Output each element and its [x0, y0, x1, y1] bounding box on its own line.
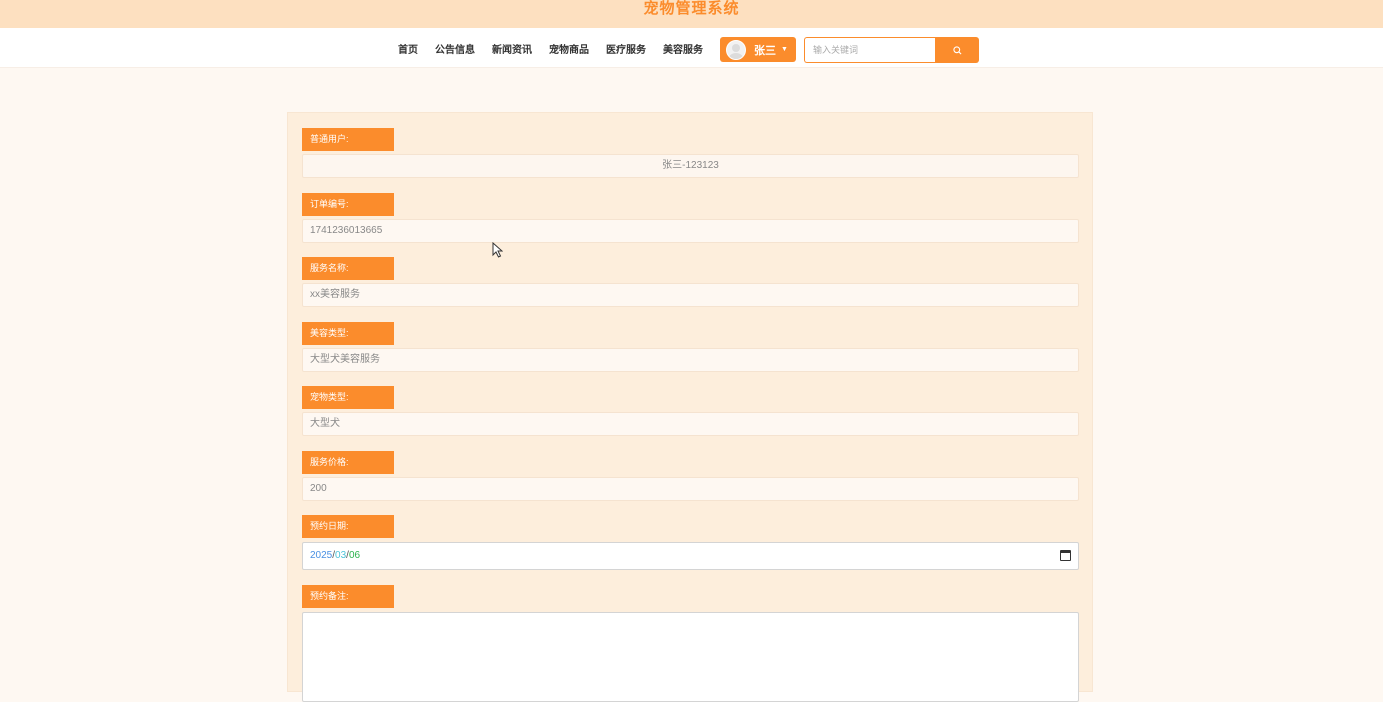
field-value[interactable]: 张三-123123	[302, 154, 1079, 178]
field-value[interactable]: 1741236013665	[302, 219, 1079, 243]
date-day: 06	[348, 550, 361, 561]
navbar: 首页 公告信息 新闻资讯 宠物商品 医疗服务 美容服务 张三 ▼	[0, 28, 1383, 68]
field-label: 美容类型:	[302, 322, 394, 345]
booking-detail-form: 普通用户: 张三-123123 订单编号: 1741236013665 服务名称…	[287, 112, 1093, 702]
date-month: 03	[335, 550, 347, 561]
search-button[interactable]	[935, 37, 979, 63]
user-name: 张三	[754, 44, 776, 57]
field-label: 预约备注:	[302, 585, 394, 608]
field-label: 服务价格:	[302, 451, 394, 474]
calendar-icon[interactable]	[1060, 550, 1071, 561]
nav-medical-service[interactable]: 医疗服务	[606, 41, 646, 56]
field-value[interactable]: 200	[302, 477, 1079, 501]
nav-grooming-service[interactable]: 美容服务	[663, 41, 703, 56]
search-input[interactable]	[804, 37, 935, 63]
field-value[interactable]: 大型犬美容服务	[302, 348, 1079, 372]
field-grooming-type: 美容类型: 大型犬美容服务	[302, 322, 1079, 372]
nav-home[interactable]: 首页	[398, 41, 418, 56]
field-appointment-date: 预约日期: 2025/03/06	[302, 515, 1079, 570]
field-label: 订单编号:	[302, 193, 394, 216]
nav-links: 首页 公告信息 新闻资讯 宠物商品 医疗服务 美容服务	[398, 28, 720, 68]
field-value[interactable]: 大型犬	[302, 412, 1079, 436]
top-header: 宠物管理系统	[0, 0, 1383, 28]
field-pet-type: 宠物类型: 大型犬	[302, 386, 1079, 436]
field-label: 服务名称:	[302, 257, 394, 280]
remark-textarea[interactable]	[302, 612, 1079, 702]
search-bar	[804, 37, 979, 63]
site-title: 宠物管理系统	[643, 0, 740, 17]
date-input[interactable]: 2025/03/06	[302, 542, 1079, 570]
field-value[interactable]: xx美容服务	[302, 283, 1079, 307]
nav-news[interactable]: 新闻资讯	[492, 41, 532, 56]
user-avatar-icon	[726, 39, 746, 60]
field-order-number: 订单编号: 1741236013665	[302, 193, 1079, 243]
date-year: 2025	[310, 550, 333, 561]
search-icon	[952, 45, 961, 54]
user-menu-button[interactable]: 张三 ▼	[720, 37, 796, 62]
field-label: 预约日期:	[302, 515, 394, 538]
mouse-cursor-icon	[492, 242, 503, 258]
field-appointment-remark: 预约备注:	[302, 585, 1079, 702]
field-label: 普通用户:	[302, 128, 394, 151]
caret-down-icon: ▼	[781, 46, 788, 53]
nav-announcements[interactable]: 公告信息	[435, 41, 475, 56]
field-label: 宠物类型:	[302, 386, 394, 409]
nav-pet-products[interactable]: 宠物商品	[549, 41, 589, 56]
field-user: 普通用户: 张三-123123	[302, 128, 1079, 178]
field-service-price: 服务价格: 200	[302, 451, 1079, 501]
field-service-name: 服务名称: xx美容服务	[302, 257, 1079, 307]
